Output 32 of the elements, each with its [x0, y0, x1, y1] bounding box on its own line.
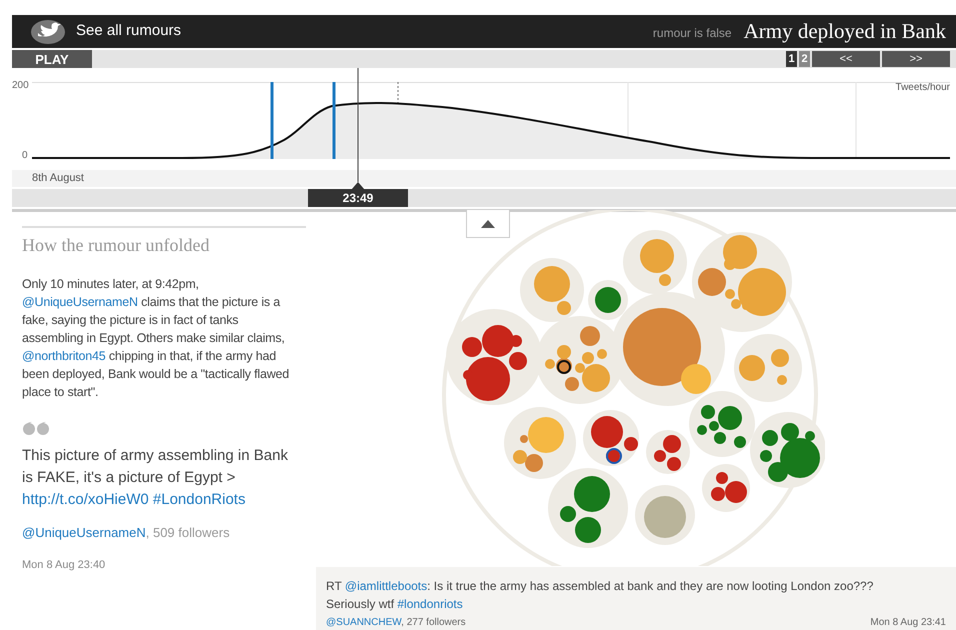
previous-button[interactable]: <<	[812, 51, 880, 67]
link[interactable]: @iamlittleboots	[344, 579, 428, 593]
rumour-title: Army deployed in Bank	[744, 18, 946, 45]
axis-label: 0	[22, 149, 28, 163]
page-button[interactable]: 2	[799, 51, 810, 67]
link[interactable]: http://t.co/xoHieW0	[22, 491, 149, 508]
page-button[interactable]: 1	[786, 51, 797, 67]
quote-icon	[22, 421, 52, 435]
axis-label: 200	[12, 79, 29, 93]
collapse-button[interactable]	[466, 210, 510, 238]
link[interactable]: #londonriots	[397, 597, 463, 611]
link[interactable]: @SUANNCHEW	[326, 617, 402, 628]
quoted-tweet: This picture of army assembling in Bank is FAKE, it's a picture of Egypt > http://t.co/xoHieW0 #LondonRiots	[22, 446, 289, 510]
tweet-time: Mon 8 Aug 23:41	[870, 616, 946, 630]
link[interactable]: @UniqueUsernameN	[22, 525, 146, 540]
date-label: 8th August	[32, 171, 84, 186]
next-button[interactable]: >>	[882, 51, 950, 67]
tweet-time: Mon 8 Aug 23:40	[22, 558, 106, 572]
caret-icon	[481, 220, 495, 228]
tweet-author: @SUANNCHEW, 277 followers	[326, 616, 466, 630]
link[interactable]: @northbriton45	[22, 349, 106, 363]
bird-icon	[30, 18, 66, 44]
tweet-text: RT @iamlittleboots: Is it true the army has assembled at bank and they are now looting London zoo??? Seriously wtf #londonriots	[326, 578, 874, 613]
tweet-author: @UniqueUsernameN, 509 followers	[22, 524, 231, 542]
story-paragraph: Only 10 minutes later, at 9:42pm, @UniqueUsernameN claims that the picture is a fake, saying the picture is in fact of tanks assembling in Egypt. Others make similar claims, @northbriton45 chipping in that, if the army had been deployed, Bank would be a "tactically flawed place to start".	[22, 276, 290, 401]
see-all-rumours-link[interactable]: See all rumours	[76, 20, 182, 43]
unit-label: Tweets/hour	[896, 81, 950, 95]
section-heading: How the rumour unfolded	[22, 234, 210, 257]
verdict-label: rumour is false	[652, 25, 732, 42]
link[interactable]: @UniqueUsernameN	[22, 295, 138, 309]
play-button[interactable]: PLAY	[12, 50, 92, 68]
link[interactable]: #LondonRiots	[152, 491, 246, 508]
